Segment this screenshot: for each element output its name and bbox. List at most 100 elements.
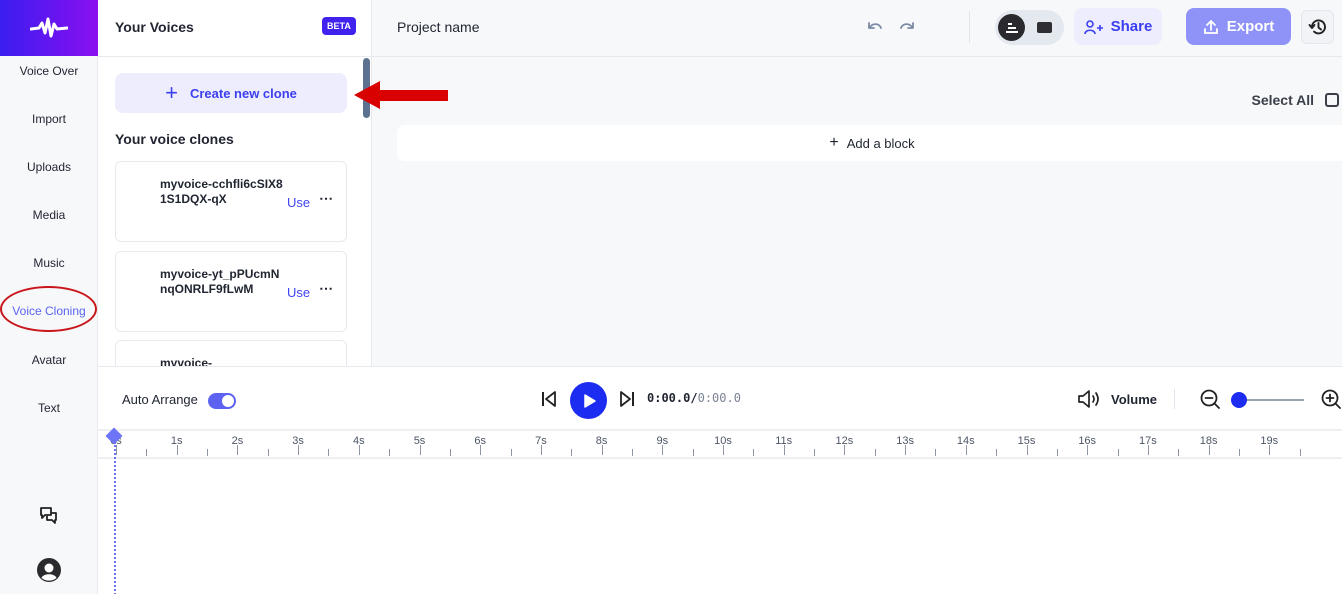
time-display: 0:00.0/0:00.0 xyxy=(647,391,741,405)
nav-item-avatar[interactable]: Avatar xyxy=(0,353,98,367)
ruler-major-tick xyxy=(480,445,482,455)
ruler-major-tick xyxy=(358,445,360,455)
ruler-major-tick xyxy=(176,445,178,455)
timeline: Auto Arrange 0:00.0/0:00.0 Volume 0s1s2s… xyxy=(98,366,1342,594)
nav-item-music[interactable]: Music xyxy=(0,256,98,270)
ruler-major-tick xyxy=(1269,445,1271,455)
ruler-minor-tick xyxy=(753,449,755,456)
more-options-icon[interactable]: ⋯ xyxy=(319,280,333,297)
share-button[interactable]: Share xyxy=(1074,8,1162,45)
ruler-minor-tick xyxy=(1178,449,1180,456)
time-ruler[interactable]: 0s1s2s3s4s5s6s7s8s9s10s11s12s13s14s15s16… xyxy=(98,429,1342,459)
volume-label[interactable]: Volume xyxy=(1111,392,1157,407)
ruler-minor-tick xyxy=(631,449,633,456)
ruler-minor-tick xyxy=(207,449,209,456)
select-all-label[interactable]: Select All xyxy=(1251,92,1314,108)
ruler-minor-tick xyxy=(1299,449,1301,456)
ruler-minor-tick xyxy=(935,449,937,456)
zoom-slider-handle[interactable] xyxy=(1231,392,1247,408)
ruler-major-tick xyxy=(783,445,785,455)
skip-forward-icon[interactable] xyxy=(618,389,636,409)
more-options-icon[interactable]: ⋯ xyxy=(319,190,333,207)
logo[interactable] xyxy=(0,0,98,56)
zoom-slider-track[interactable] xyxy=(1238,399,1304,401)
use-voice-button[interactable]: Use xyxy=(287,195,310,210)
ruler-minor-tick xyxy=(449,449,451,456)
undo-icon[interactable] xyxy=(865,18,885,38)
ruler-major-tick xyxy=(844,445,846,455)
skip-back-icon[interactable] xyxy=(540,389,558,409)
voice-clone-card: myvoice-cchfli6cSIX81S1DQX-qX Use ⋯ xyxy=(115,161,347,242)
script-editor: Select All + Add a block xyxy=(372,57,1342,366)
auto-arrange-toggle[interactable] xyxy=(208,393,236,409)
ruler-minor-tick xyxy=(814,449,816,456)
list-view-icon[interactable] xyxy=(998,14,1025,41)
ruler-minor-tick xyxy=(389,449,391,456)
create-new-clone-button[interactable]: + Create new clone xyxy=(115,73,347,113)
nav-item-media[interactable]: Media xyxy=(0,208,98,222)
current-time: 0:00.0 xyxy=(647,391,691,405)
voice-clone-card: myvoice-yt_pPUcmNnqONRLF9fLwM Use ⋯ xyxy=(115,251,347,332)
voice-clones-heading: Your voice clones xyxy=(115,131,234,147)
auto-arrange-label: Auto Arrange xyxy=(122,392,198,407)
divider xyxy=(1174,389,1175,409)
add-block-button[interactable]: + Add a block xyxy=(397,125,1342,161)
voice-clone-name: myvoice- xyxy=(160,356,213,366)
ruler-minor-tick xyxy=(146,449,148,456)
nav-item-voice-cloning[interactable]: Voice Cloning xyxy=(0,304,98,318)
ruler-major-tick xyxy=(1208,445,1210,455)
add-user-icon xyxy=(1083,19,1103,34)
chat-icon[interactable] xyxy=(36,503,62,529)
waveform-logo-icon xyxy=(30,17,68,38)
ruler-major-tick xyxy=(1026,445,1028,455)
voice-clone-card: myvoice- xyxy=(115,340,347,366)
add-block-label: Add a block xyxy=(846,135,915,151)
ruler-minor-tick xyxy=(874,449,876,456)
ruler-major-tick xyxy=(965,445,967,455)
voice-clone-name: myvoice-yt_pPUcmNnqONRLF9fLwM xyxy=(160,267,280,296)
nav-item-uploads[interactable]: Uploads xyxy=(0,160,98,174)
app-root: Voice Over Import Uploads Media Music Vo… xyxy=(0,0,1342,594)
beta-badge: BETA xyxy=(322,17,356,35)
ruler-minor-tick xyxy=(267,449,269,456)
export-button[interactable]: Export xyxy=(1186,8,1291,45)
play-icon xyxy=(583,393,596,408)
create-new-clone-label: Create new clone xyxy=(189,85,297,101)
ruler-major-tick xyxy=(1087,445,1089,455)
divider xyxy=(969,11,970,43)
upload-icon xyxy=(1203,19,1218,34)
plus-icon: + xyxy=(829,134,839,151)
user-avatar-icon[interactable] xyxy=(36,557,62,583)
nav-item-text[interactable]: Text xyxy=(0,401,98,415)
ruler-minor-tick xyxy=(1238,449,1240,456)
ruler-minor-tick xyxy=(571,449,573,456)
ruler-major-tick xyxy=(237,445,239,455)
ruler-minor-tick xyxy=(510,449,512,456)
project-name[interactable]: Project name xyxy=(397,19,479,35)
ruler-major-tick xyxy=(116,445,117,455)
zoom-in-icon[interactable] xyxy=(1320,388,1342,410)
zoom-out-icon[interactable] xyxy=(1199,388,1221,410)
redo-icon[interactable] xyxy=(897,18,917,38)
your-voices-panel: Your Voices BETA + Create new clone Your… xyxy=(98,0,372,366)
select-all-checkbox[interactable] xyxy=(1325,93,1339,107)
ruler-major-tick xyxy=(723,445,724,455)
panel-title: Your Voices xyxy=(115,19,194,35)
ruler-major-tick xyxy=(1147,445,1149,455)
nav-item-voice-over[interactable]: Voice Over xyxy=(0,64,98,78)
plus-icon: + xyxy=(165,80,178,105)
ruler-minor-tick xyxy=(1056,449,1058,456)
top-bar: Project name Share Export xyxy=(372,0,1342,57)
use-voice-button[interactable]: Use xyxy=(287,285,310,300)
annotation-arrow-icon xyxy=(354,81,448,109)
history-button[interactable] xyxy=(1301,10,1334,44)
ruler-major-tick xyxy=(540,445,542,455)
play-button[interactable] xyxy=(570,382,607,419)
ruler-major-tick xyxy=(601,445,603,455)
volume-icon[interactable] xyxy=(1076,388,1102,410)
voice-clone-name: myvoice-cchfli6cSIX81S1DQX-qX xyxy=(160,177,283,206)
view-mode-toggle xyxy=(995,10,1064,45)
nav-item-import[interactable]: Import xyxy=(0,112,98,126)
video-view-icon[interactable] xyxy=(1037,22,1052,33)
panel-header: Your Voices BETA xyxy=(98,0,371,57)
